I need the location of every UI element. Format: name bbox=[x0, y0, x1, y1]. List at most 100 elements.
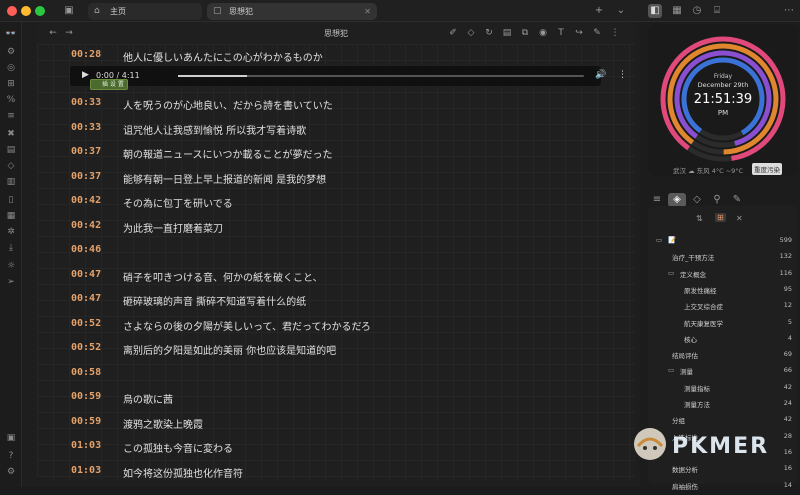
right-sidebar-toggle-icon[interactable]: ◧ bbox=[648, 4, 662, 18]
globe-icon[interactable]: ◎ bbox=[4, 62, 18, 75]
lyric-time[interactable]: 00:42 bbox=[71, 220, 101, 231]
lyric-time[interactable]: 00:37 bbox=[71, 146, 101, 157]
collapse-icon[interactable]: ✕ bbox=[736, 214, 743, 223]
vault-icon[interactable]: ▣ bbox=[4, 432, 18, 445]
lyric-time[interactable]: 00:47 bbox=[71, 269, 101, 280]
glasses-icon[interactable]: 👓 bbox=[4, 28, 18, 41]
gear-icon[interactable]: ⚙ bbox=[4, 466, 18, 479]
tree-view-icon[interactable]: ⊞ bbox=[715, 213, 726, 222]
close-tab-icon[interactable]: ✕ bbox=[364, 3, 371, 20]
redo-icon[interactable]: ↪ bbox=[573, 27, 585, 39]
tree-item[interactable]: ▭ 定义概念 116 bbox=[648, 269, 798, 283]
lyric-text: 诅咒他人让我感到愉悦 所以我才写着诗歌 bbox=[123, 125, 307, 137]
lyric-time[interactable]: 00:52 bbox=[71, 342, 101, 353]
lyric-time[interactable]: 00:46 bbox=[71, 244, 101, 255]
more-options-icon[interactable]: ⋯ bbox=[782, 4, 796, 18]
lyric-time[interactable]: 00:52 bbox=[71, 318, 101, 329]
download-icon[interactable]: ⤓ bbox=[4, 242, 18, 255]
settings-icon[interactable]: ✲ bbox=[4, 226, 18, 239]
lyric-time[interactable]: 01:03 bbox=[71, 440, 101, 451]
volume-icon[interactable]: 🔊 bbox=[595, 70, 606, 80]
sort-icon[interactable]: ⇅ bbox=[696, 214, 703, 223]
archive-icon[interactable]: ⌸ bbox=[710, 4, 724, 18]
lyric-time[interactable]: 00:42 bbox=[71, 195, 101, 206]
tag-pane-icon[interactable]: ◈ bbox=[668, 193, 686, 207]
lyric-time[interactable]: 00:33 bbox=[71, 122, 101, 133]
sun-icon[interactable]: ☼ bbox=[4, 260, 18, 273]
weather-text: 武汉 ☁ 东风 4°C ~9°C bbox=[673, 167, 744, 175]
new-tab-icon[interactable]: + bbox=[592, 4, 606, 18]
chart-icon[interactable]: ▥ bbox=[4, 176, 18, 189]
tree-item[interactable]: 测量指标 42 bbox=[648, 383, 798, 397]
link-icon[interactable]: ⚲ bbox=[710, 193, 724, 207]
clock-day: Friday bbox=[713, 73, 733, 80]
tree-item[interactable]: 数据分析 16 bbox=[648, 464, 798, 478]
lyric-text: 渡鸦之歌染上晚霞 bbox=[123, 419, 203, 431]
edit-icon[interactable]: ✎ bbox=[591, 27, 603, 39]
tree-item[interactable]: 测量方法 24 bbox=[648, 399, 798, 413]
lyric-time[interactable]: 00:37 bbox=[71, 171, 101, 182]
home-icon: ⌂ bbox=[94, 6, 100, 16]
lyric-time[interactable]: 01:03 bbox=[71, 465, 101, 476]
grid-icon[interactable]: ⊞ bbox=[4, 78, 18, 91]
tab-label: 思想犯 bbox=[229, 7, 253, 16]
tab-thought-criminal[interactable]: ▢ 思想犯 ✕ bbox=[207, 3, 377, 20]
text-icon[interactable]: T bbox=[555, 27, 567, 39]
close-window-button[interactable] bbox=[7, 6, 17, 16]
lyric-time[interactable]: 00:47 bbox=[71, 293, 101, 304]
tags-icon[interactable]: ◇ bbox=[690, 193, 704, 207]
tree-item[interactable]: 原发性痛经 95 bbox=[648, 285, 798, 299]
lyric-time[interactable]: 00:58 bbox=[71, 367, 101, 378]
sidebar-toggle-icon[interactable]: ▣ bbox=[62, 4, 76, 18]
tree-item-label: 定义概念 bbox=[680, 270, 706, 279]
audio-menu-icon[interactable]: ⋮ bbox=[618, 70, 627, 80]
play-icon[interactable]: ▶ bbox=[82, 70, 89, 80]
lyric-time[interactable]: 00:33 bbox=[71, 97, 101, 108]
minimize-window-button[interactable] bbox=[21, 6, 31, 16]
eye-icon[interactable]: ◉ bbox=[537, 27, 549, 39]
zoom-window-button[interactable] bbox=[35, 6, 45, 16]
backlink-icon[interactable]: ✎ bbox=[730, 193, 744, 207]
tree-item[interactable]: 核心 4 bbox=[648, 334, 798, 348]
tree-item-count: 4 bbox=[787, 333, 792, 342]
document-icon[interactable]: ▤ bbox=[4, 144, 18, 157]
lyric-time[interactable]: 00:59 bbox=[71, 391, 101, 402]
audio-player[interactable]: ▶ 0:00 / 4:11 🔊 ⋮ bbox=[70, 66, 627, 86]
tools-icon[interactable]: ✖ bbox=[4, 128, 18, 141]
send-icon[interactable]: ➢ bbox=[4, 276, 18, 289]
copy-icon[interactable]: ⧉ bbox=[519, 27, 531, 39]
tree-item-count: 42 bbox=[783, 382, 792, 391]
lyric-text: さよならの後の夕陽が美しいって、君だってわかるだろ bbox=[123, 321, 371, 333]
more-icon[interactable]: ⋮ bbox=[609, 27, 621, 39]
lyric-text: 砸碎玻璃的声音 撕碎不知道写着什么的纸 bbox=[123, 297, 307, 308]
tree-item[interactable]: 肩袖损伤 14 bbox=[648, 481, 798, 495]
file-icon[interactable]: ▯ bbox=[4, 194, 18, 207]
lyric-time[interactable]: 00:28 bbox=[71, 49, 101, 60]
help-icon[interactable]: ? bbox=[4, 450, 18, 463]
tag-icon[interactable]: ◇ bbox=[465, 27, 477, 39]
tree-item[interactable]: ▭ 📝 599 bbox=[648, 236, 798, 250]
table-icon[interactable]: ▦ bbox=[4, 210, 18, 223]
tag-icon[interactable]: ◇ bbox=[4, 160, 18, 173]
percent-icon[interactable]: % bbox=[4, 94, 18, 107]
audio-progress-bar[interactable] bbox=[178, 75, 584, 77]
tree-item-label: 测量 bbox=[680, 368, 693, 377]
clock-icon[interactable]: ◷ bbox=[690, 4, 704, 18]
tab-list-icon[interactable]: ⌄ bbox=[614, 4, 628, 18]
tree-item[interactable]: 上交叉综合症 12 bbox=[648, 301, 798, 315]
clipboard-icon[interactable]: ▤ bbox=[501, 27, 513, 39]
tree-item-label: 肩袖损伤 bbox=[672, 482, 698, 491]
tree-item[interactable]: 航天康复医学 5 bbox=[648, 318, 798, 332]
outline-icon[interactable]: ≡ bbox=[650, 193, 664, 207]
lyric-time[interactable]: 00:59 bbox=[71, 416, 101, 427]
refresh-icon[interactable]: ↻ bbox=[483, 27, 495, 39]
tree-item[interactable]: 治疗_干预方法 132 bbox=[648, 252, 798, 266]
calendar-icon[interactable]: ▦ bbox=[670, 4, 684, 18]
tab-home[interactable]: ⌂ 主页 bbox=[88, 3, 202, 20]
tree-item[interactable]: ▭ 测量 66 bbox=[648, 366, 798, 380]
title-bar: ▣ ⌂ 主页 ▢ 思想犯 ✕ + ⌄ ◧ ▦ ◷ ⌸ ⋯ bbox=[0, 0, 800, 22]
graph-icon[interactable]: ⚙ bbox=[4, 46, 18, 59]
tree-item[interactable]: 结局评估 69 bbox=[648, 350, 798, 364]
list-icon[interactable]: ≡ bbox=[4, 110, 18, 123]
pen-icon[interactable]: ✐ bbox=[447, 27, 459, 39]
